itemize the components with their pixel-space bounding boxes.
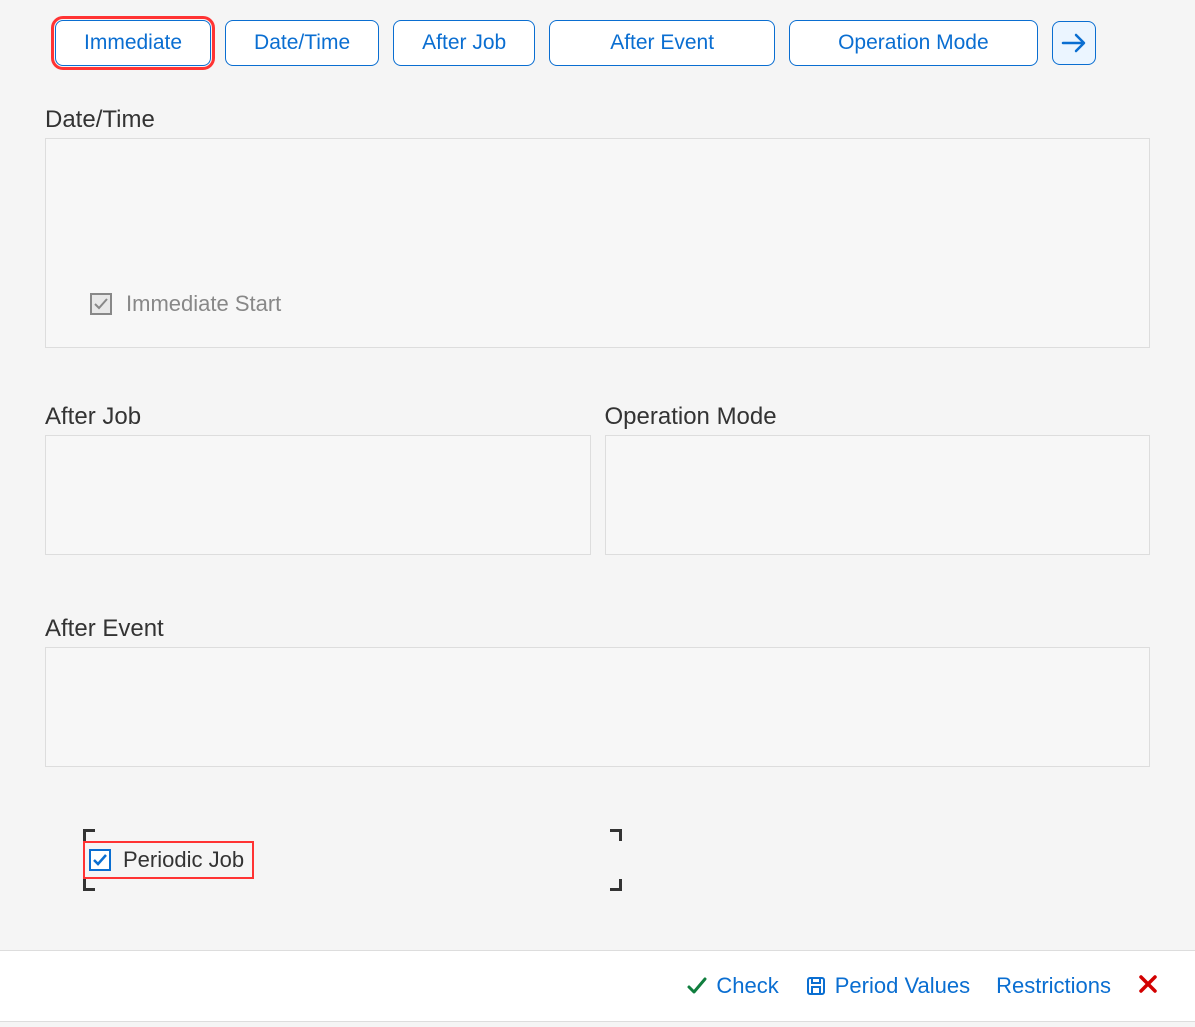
operation-mode-section-label: Operation Mode bbox=[605, 403, 1151, 431]
operation-mode-column: Operation Mode bbox=[605, 403, 1151, 555]
two-column-row: After Job Operation Mode bbox=[45, 403, 1150, 555]
period-values-label: Period Values bbox=[835, 973, 970, 999]
checkmark-icon bbox=[92, 852, 108, 868]
checkmark-icon bbox=[93, 296, 109, 312]
next-arrow-button[interactable] bbox=[1052, 21, 1096, 65]
bracket-top-left bbox=[83, 829, 95, 841]
after-event-button[interactable]: After Event bbox=[549, 20, 775, 66]
check-icon bbox=[686, 975, 708, 997]
after-event-section-label: After Event bbox=[45, 615, 1150, 643]
periodic-job-label: Periodic Job bbox=[123, 847, 244, 873]
operation-mode-button[interactable]: Operation Mode bbox=[789, 20, 1038, 66]
after-job-button[interactable]: After Job bbox=[393, 20, 535, 66]
immediate-button[interactable]: Immediate bbox=[55, 20, 211, 66]
after-job-column: After Job bbox=[45, 403, 591, 555]
save-icon bbox=[805, 975, 827, 997]
immediate-start-checkbox[interactable] bbox=[90, 293, 112, 315]
period-values-button[interactable]: Period Values bbox=[805, 973, 970, 999]
immediate-start-label: Immediate Start bbox=[126, 291, 281, 317]
close-button[interactable] bbox=[1137, 973, 1159, 1000]
bracket-top-right bbox=[610, 829, 622, 841]
after-job-section-label: After Job bbox=[45, 403, 591, 431]
periodic-job-checkbox[interactable] bbox=[89, 849, 111, 871]
close-icon bbox=[1137, 973, 1159, 995]
date-time-button[interactable]: Date/Time bbox=[225, 20, 379, 66]
main-content: Date/Time Immediate Start After Job Oper… bbox=[0, 66, 1195, 885]
restrictions-button[interactable]: Restrictions bbox=[996, 973, 1111, 999]
periodic-job-highlight: Periodic Job bbox=[85, 843, 252, 877]
arrow-right-icon bbox=[1061, 32, 1087, 54]
operation-mode-panel bbox=[605, 435, 1151, 555]
periodic-job-row: Periodic Job bbox=[45, 835, 1150, 885]
start-condition-buttons: Immediate Date/Time After Job After Even… bbox=[0, 0, 1195, 66]
date-time-panel: Immediate Start bbox=[45, 138, 1150, 348]
after-job-panel bbox=[45, 435, 591, 555]
check-label: Check bbox=[716, 973, 778, 999]
after-event-section: After Event bbox=[45, 615, 1150, 767]
bracket-bottom-left bbox=[83, 879, 95, 891]
immediate-start-row: Immediate Start bbox=[90, 291, 281, 317]
bracket-bottom-right bbox=[610, 879, 622, 891]
after-event-panel bbox=[45, 647, 1150, 767]
check-button[interactable]: Check bbox=[686, 973, 778, 999]
date-time-section-label: Date/Time bbox=[45, 106, 1150, 134]
restrictions-label: Restrictions bbox=[996, 973, 1111, 999]
footer-bar: Check Period Values Restrictions bbox=[0, 950, 1195, 1022]
